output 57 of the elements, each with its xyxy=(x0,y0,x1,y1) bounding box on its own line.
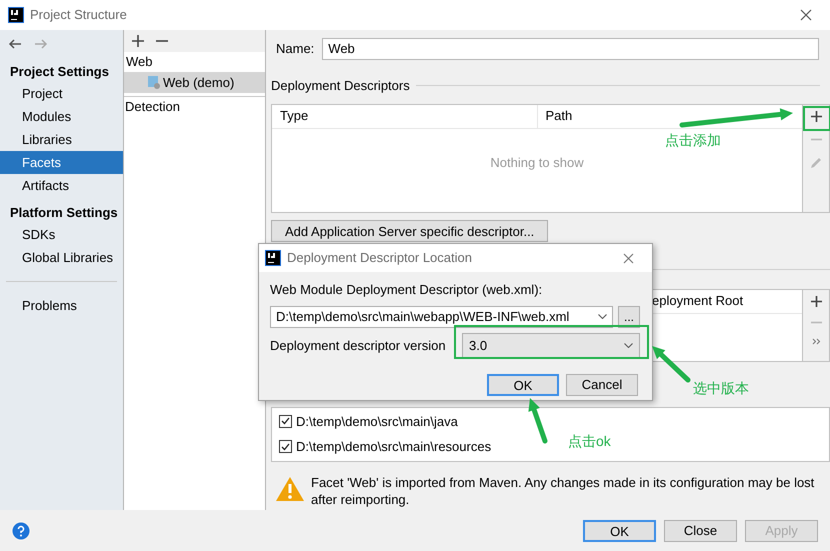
sidebar-item[interactable]: Libraries xyxy=(0,128,123,151)
help-icon[interactable] xyxy=(12,522,30,540)
column-header[interactable]: Path xyxy=(538,104,802,128)
column-header[interactable]: Type xyxy=(272,104,538,128)
close-icon[interactable] xyxy=(623,252,634,264)
chevron-down-icon xyxy=(598,314,607,319)
version-label: Deployment descriptor version xyxy=(270,336,446,355)
window-title: Project Structure xyxy=(30,6,127,24)
dialog-button[interactable]: Close xyxy=(664,520,737,542)
source-root-label: D:\temp\demo\src\main\resources xyxy=(296,438,492,456)
checkbox[interactable] xyxy=(279,414,292,428)
name-label: Name: xyxy=(276,40,314,58)
source-root-label: D:\temp\demo\src\main\java xyxy=(296,412,458,431)
app-logo-icon xyxy=(265,250,281,266)
annotation-arrow xyxy=(528,398,548,444)
path-dropdown[interactable]: D:\temp\demo\src\main\webapp\WEB-INF\web.xml xyxy=(270,306,613,328)
ok-button[interactable]: OK xyxy=(487,374,559,396)
dialog-title: Deployment Descriptor Location xyxy=(287,249,472,268)
chevron-down-icon xyxy=(624,343,633,348)
back-arrow-icon[interactable] xyxy=(8,39,22,49)
add-descriptor-button[interactable]: Add Application Server specific descriptor... xyxy=(271,220,548,242)
empty-table-text: Nothing to show xyxy=(490,154,584,172)
sidebar-item[interactable]: Artifacts xyxy=(0,174,123,197)
warning-icon xyxy=(275,476,305,502)
annotation-text: 点击添加 xyxy=(665,131,721,150)
sidebar-item[interactable]: Global Libraries xyxy=(0,246,123,269)
name-field[interactable]: Web xyxy=(322,38,819,60)
annotation-text: 点击ok xyxy=(568,432,611,451)
version-dropdown[interactable]: 3.0 xyxy=(462,332,640,358)
sidebar-section-title: Project Settings xyxy=(9,63,110,82)
add-icon[interactable] xyxy=(810,296,822,306)
sidebar-item[interactable]: Modules xyxy=(0,105,123,128)
more-icon[interactable] xyxy=(812,338,820,344)
path-label: Web Module Deployment Descriptor (web.xml): xyxy=(270,281,544,299)
add-icon[interactable] xyxy=(810,110,822,122)
browse-button[interactable]: ... xyxy=(618,306,640,328)
column-header[interactable]: eployment Root xyxy=(652,291,744,311)
sidebar-item[interactable]: Problems xyxy=(0,294,123,317)
checkbox[interactable] xyxy=(279,440,292,454)
sidebar-item[interactable]: SDKs xyxy=(0,223,123,246)
tree-item[interactable]: Detection xyxy=(124,97,265,117)
sidebar-item[interactable]: Facets xyxy=(0,151,123,174)
section-title: Deployment Descriptors xyxy=(271,77,410,95)
add-icon[interactable] xyxy=(132,35,144,47)
highlight-frame xyxy=(803,106,830,131)
sidebar-section-title: Platform Settings xyxy=(9,204,119,222)
app-logo-icon xyxy=(8,7,24,23)
sidebar-item[interactable]: Project xyxy=(0,82,123,105)
ok-button[interactable]: OK xyxy=(583,520,656,542)
web-facet-icon xyxy=(148,76,160,89)
warning-text: Facet 'Web' is imported from Maven. Any changes made in its configuration may be lost after reimporting. xyxy=(311,474,816,508)
tree-item[interactable]: Web (demo) xyxy=(124,72,265,93)
tree-item[interactable]: Web xyxy=(124,52,265,72)
dialog-button[interactable]: Cancel xyxy=(566,374,638,396)
annotation-text: 选中版本 xyxy=(693,379,749,398)
annotation-arrow xyxy=(652,346,690,382)
close-icon[interactable] xyxy=(800,9,812,21)
